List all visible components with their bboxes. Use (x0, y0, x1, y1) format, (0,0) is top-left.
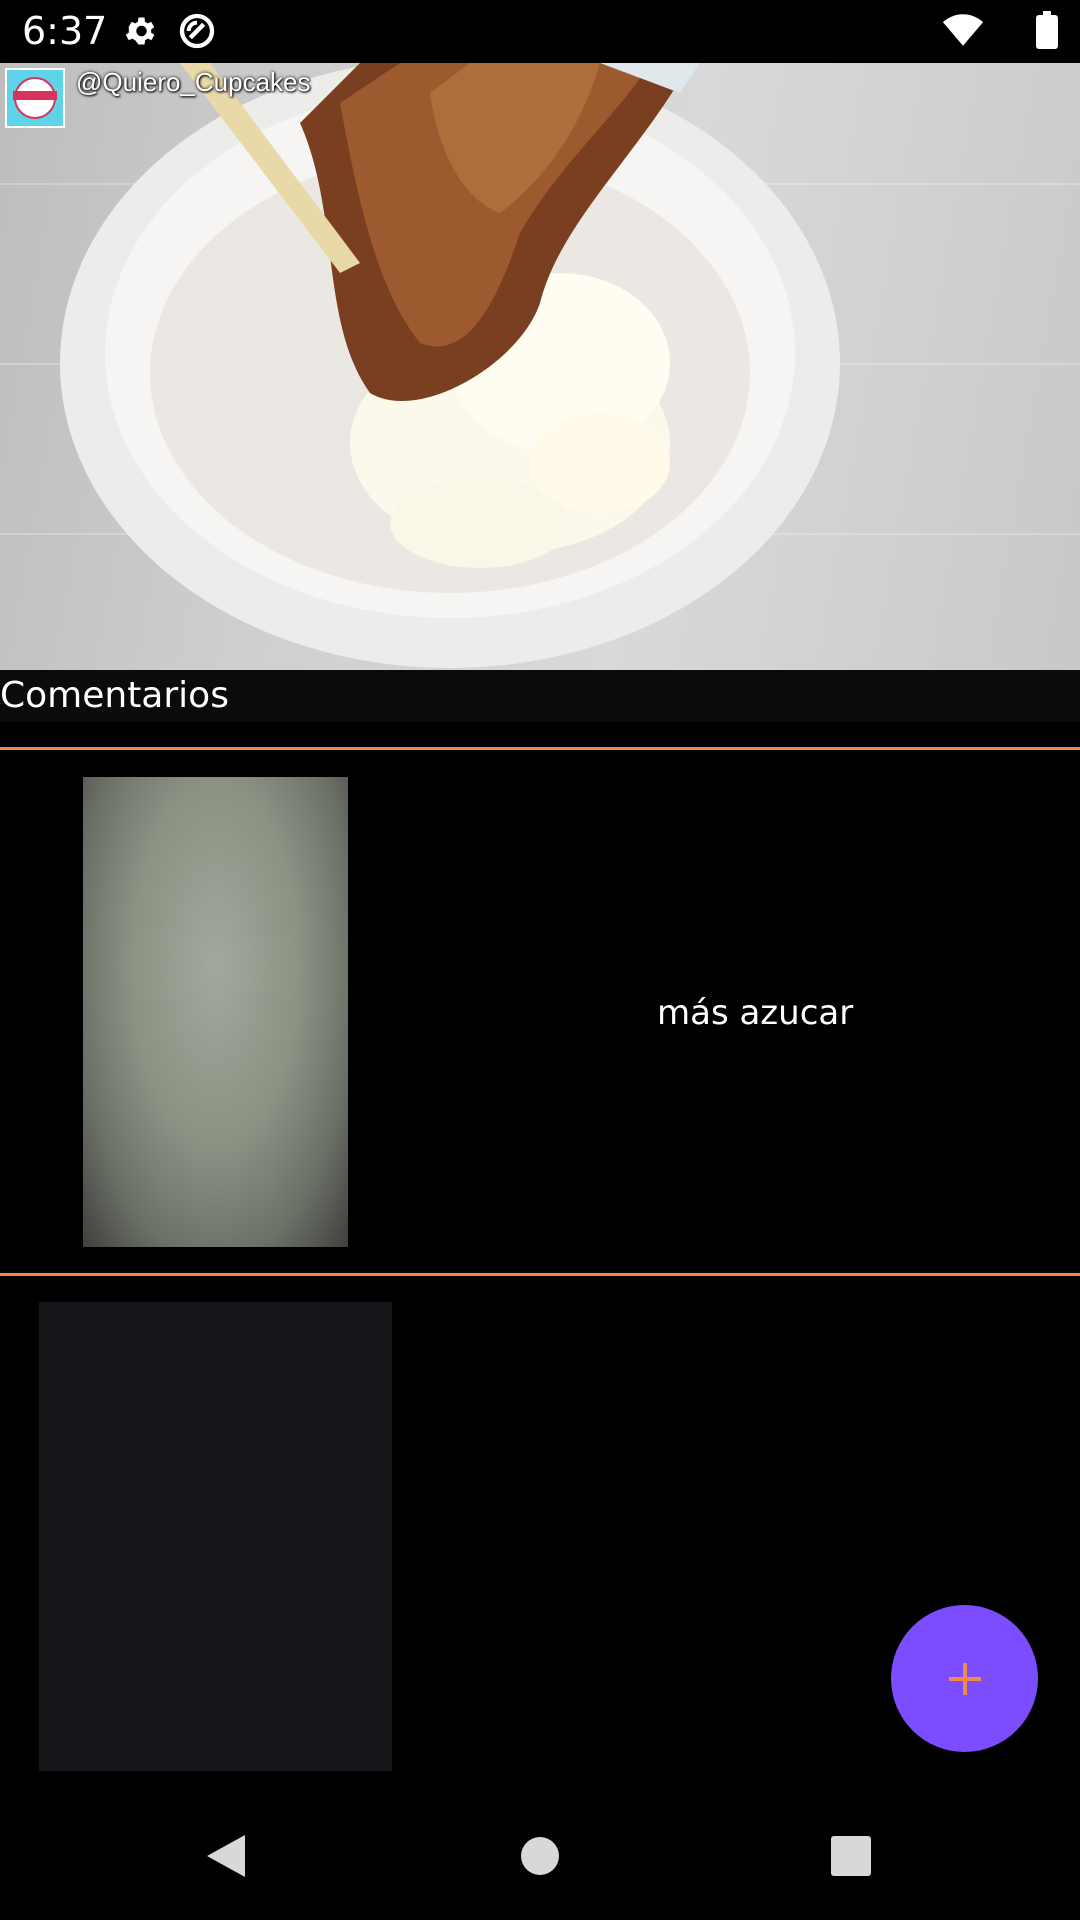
comments-header: Comentarios (0, 670, 1080, 722)
battery-icon (1036, 11, 1058, 53)
back-icon[interactable] (205, 1833, 247, 1883)
channel-logo[interactable] (5, 68, 65, 128)
wifi-icon (942, 12, 984, 52)
navigation-bar (0, 1800, 1080, 1920)
channel-handle[interactable]: @Quiero_Cupcakes (76, 67, 311, 98)
add-comment-button[interactable] (891, 1605, 1038, 1752)
comments-title: Comentarios (0, 675, 229, 716)
status-time: 6:37 (22, 9, 108, 53)
cupcake-logo-icon (13, 77, 57, 119)
video-player[interactable]: @Quiero_Cupcakes (0, 63, 1080, 670)
recents-icon[interactable] (831, 1836, 871, 1880)
comment-thumbnail[interactable] (39, 1302, 392, 1771)
comment-item[interactable]: más azucar (0, 750, 1080, 1273)
sync-icon (177, 11, 217, 55)
status-bar: 6:37 (0, 0, 1080, 63)
gear-icon (122, 13, 158, 53)
comment-thumbnail[interactable] (83, 777, 348, 1247)
video-frame (60, 63, 840, 668)
home-icon[interactable] (520, 1836, 560, 1880)
comment-text: más azucar (657, 993, 854, 1033)
plus-icon (945, 1659, 985, 1699)
